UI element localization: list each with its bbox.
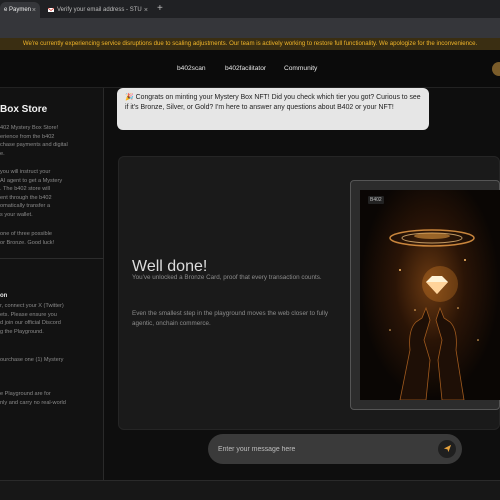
result-subtext: Even the smallest step in the playground… <box>132 310 329 327</box>
sidebar: Box Store 402 Mystery Box Store! erience… <box>0 88 104 480</box>
nav-community[interactable]: Community <box>284 65 317 72</box>
message-input-bar <box>208 434 462 464</box>
close-icon[interactable]: × <box>32 7 36 14</box>
sidebar-purchase-info: ourchase one (1) Mystery <box>0 357 64 363</box>
tab-verify-email[interactable]: Verify your email address - STU × <box>44 2 152 18</box>
nft-badge: B402 <box>368 196 384 204</box>
tab-label: Verify your email address - STU <box>57 7 142 13</box>
sidebar-subhead: on <box>0 293 8 299</box>
sidebar-heading: Box Store <box>0 104 48 115</box>
nft-image <box>360 190 500 400</box>
browser-toolbar <box>0 18 500 38</box>
bottom-strip <box>0 480 500 500</box>
assistant-message-text: Congrats on minting your Mystery Box NFT… <box>125 94 421 111</box>
send-button[interactable] <box>438 440 456 458</box>
message-input[interactable] <box>218 442 418 456</box>
send-icon <box>443 440 452 458</box>
sidebar-connect-info: r, connect your X (Twitter) ets. Please … <box>0 303 64 335</box>
browser-tab-bar: e Paymen × Verify your email address - S… <box>0 0 500 18</box>
nav-b402scan[interactable]: b402scan <box>177 65 206 72</box>
assistant-message: 🎉 Congrats on minting your Mystery Box N… <box>117 88 429 130</box>
tab-label: e Paymen <box>4 7 32 13</box>
nav-b402facilitator[interactable]: b402facilitator <box>225 65 266 72</box>
service-banner: We're currently experiencing service dis… <box>0 38 500 50</box>
avatar[interactable] <box>492 62 500 76</box>
new-tab-button[interactable]: + <box>157 3 163 14</box>
result-text: You've unlocked a Bronze Card, proof tha… <box>132 274 322 281</box>
sidebar-instructions: you will instruct your AI agent to get a… <box>0 169 63 218</box>
close-icon[interactable]: × <box>144 7 148 14</box>
tab-payment[interactable]: e Paymen × <box>0 2 40 18</box>
sidebar-disclaimer: e Playground are for nly and carry no re… <box>0 391 66 406</box>
gmail-icon <box>47 7 55 13</box>
sidebar-tiers: one of three possible or Bronze. Good lu… <box>0 231 55 246</box>
party-icon: 🎉 <box>125 94 134 101</box>
sidebar-divider <box>0 258 104 259</box>
top-nav: b402scan b402facilitator Community <box>0 50 500 88</box>
sidebar-intro: 402 Mystery Box Store! erience from the … <box>0 125 68 157</box>
